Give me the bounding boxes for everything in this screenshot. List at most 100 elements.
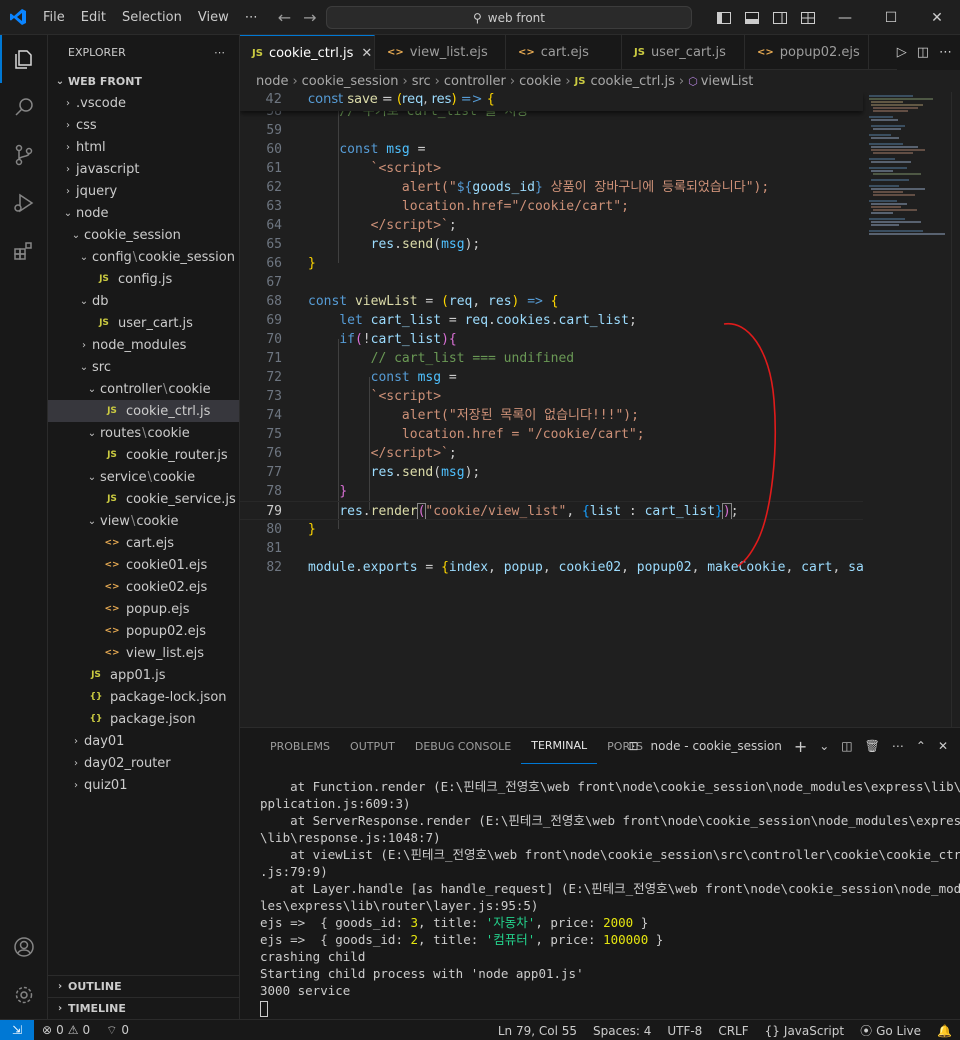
back-arrow-icon[interactable]: ← — [278, 8, 291, 27]
customize-layout-icon[interactable] — [794, 11, 822, 24]
code-line[interactable]: 74 alert("저장된 목록이 없습니다!!!"); — [240, 406, 863, 425]
go-live-button[interactable]: ⦿ Go Live — [852, 1022, 929, 1039]
code-line[interactable]: 82 module.exports = {index, popup, cookie… — [240, 558, 863, 577]
editor-tab[interactable]: JS user_cart.js — [622, 35, 745, 70]
breadcrumb-item[interactable]: cookie_ctrl.js — [590, 74, 674, 89]
panel-tab-terminal[interactable]: TERMINAL — [521, 728, 598, 764]
breadcrumb-item[interactable]: cookie_session — [302, 74, 399, 89]
explorer-icon[interactable] — [0, 35, 48, 83]
tree-folder[interactable]: ⌄ controller \ cookie — [48, 378, 239, 400]
code-line[interactable]: 76 </script>`; — [240, 444, 863, 463]
toggle-secondary-sidebar-icon[interactable] — [766, 11, 794, 24]
tree-file[interactable]: JS cookie_ctrl.js — [48, 400, 239, 422]
run-icon[interactable]: ▷ — [897, 45, 907, 60]
code-line[interactable]: 78 } — [240, 482, 863, 501]
code-line[interactable]: 62 alert("${goods_id} 상품이 장바구니에 등록되었습니다"… — [240, 178, 863, 197]
editor-tab[interactable]: <> popup02.ejs — [745, 35, 869, 70]
code-line[interactable]: 75 location.href = "/cookie/cart"; — [240, 425, 863, 444]
code-line[interactable]: 60 const msg = — [240, 140, 863, 159]
tree-folder[interactable]: ⌄ src — [48, 356, 239, 378]
cursor-position[interactable]: Ln 79, Col 55 — [490, 1024, 585, 1038]
new-terminal-icon[interactable]: + — [794, 737, 807, 756]
terminal-output[interactable]: at Function.render (E:\핀테크_전영호\web front… — [260, 778, 960, 1017]
menu-item[interactable]: View — [190, 10, 237, 25]
extensions-icon[interactable] — [0, 227, 48, 275]
minimize-icon[interactable]: — — [822, 10, 868, 26]
breadcrumb-item[interactable]: viewList — [701, 74, 754, 89]
toggle-panel-icon[interactable] — [738, 11, 766, 24]
settings-gear-icon[interactable] — [0, 971, 48, 1019]
code-line[interactable]: 79 res.render("cookie/view_list", {list … — [240, 501, 863, 520]
editor-tab[interactable]: <> view_list.ejs — [375, 35, 506, 70]
editor-tab[interactable]: JS cookie_ctrl.js ✕ — [240, 35, 375, 70]
code-line[interactable]: 68 const viewList = (req, res) => { — [240, 292, 863, 311]
tree-file[interactable]: JS config.js — [48, 268, 239, 290]
search-icon[interactable] — [0, 83, 48, 131]
panel-tab-debug-console[interactable]: DEBUG CONSOLE — [405, 728, 521, 764]
eol-status[interactable]: CRLF — [710, 1024, 756, 1038]
tree-folder[interactable]: › jquery — [48, 180, 239, 202]
notifications-bell-icon[interactable]: 🔔 — [929, 1024, 960, 1038]
trash-icon[interactable]: 🗑 — [865, 739, 880, 753]
more-actions-icon[interactable]: ⋯ — [214, 46, 225, 59]
outline-section[interactable]: › OUTLINE — [48, 975, 239, 997]
tree-folder[interactable]: ⌄ db — [48, 290, 239, 312]
forward-arrow-icon[interactable]: → — [303, 8, 316, 27]
tree-folder[interactable]: ⌄ service \ cookie — [48, 466, 239, 488]
tree-folder[interactable]: › .vscode — [48, 92, 239, 114]
tree-file[interactable]: <> cookie01.ejs — [48, 554, 239, 576]
chevron-down-icon[interactable]: ⌄ — [819, 739, 829, 753]
breadcrumb-item[interactable]: node — [256, 74, 288, 89]
code-editor[interactable]: 42 const save = (req, res) => { 57 res.c… — [240, 92, 960, 727]
sticky-scroll-line[interactable]: 42 const save = (req, res) => { — [240, 92, 863, 111]
minimap[interactable] — [863, 92, 951, 727]
breadcrumb-item[interactable]: controller — [444, 74, 506, 89]
workspace-root[interactable]: ⌄ WEB FRONT — [48, 70, 239, 92]
code-line[interactable]: 66} — [240, 254, 863, 273]
close-panel-icon[interactable]: ✕ — [938, 739, 948, 753]
remote-indicator-icon[interactable]: ⇲ — [0, 1019, 34, 1040]
breadcrumb-item[interactable]: src — [412, 74, 431, 89]
tree-folder[interactable]: › day01 — [48, 730, 239, 752]
tree-folder[interactable]: ⌄ cookie_session — [48, 224, 239, 246]
code-line[interactable]: 59 — [240, 121, 863, 140]
tree-folder[interactable]: › html — [48, 136, 239, 158]
tree-file[interactable]: <> cart.ejs — [48, 532, 239, 554]
code-line[interactable]: 67 — [240, 273, 863, 292]
close-window-icon[interactable]: ✕ — [914, 10, 960, 26]
editor-tab[interactable]: <> cart.ejs — [506, 35, 622, 70]
tree-folder[interactable]: ⌄ node — [48, 202, 239, 224]
tree-folder[interactable]: › css — [48, 114, 239, 136]
tree-folder[interactable]: › day02_router — [48, 752, 239, 774]
problems-status[interactable]: ⊗ 0 ⚠ 0 — [34, 1023, 98, 1037]
code-line[interactable]: 61 `<script> — [240, 159, 863, 178]
ports-status[interactable]: ⌔ 0 — [98, 1023, 137, 1038]
tree-folder[interactable]: ⌄ view \ cookie — [48, 510, 239, 532]
code-line[interactable]: 80} — [240, 520, 863, 539]
panel-tab-problems[interactable]: PROBLEMS — [260, 728, 340, 764]
tree-file[interactable]: JS cookie_router.js — [48, 444, 239, 466]
tree-file[interactable]: <> popup02.ejs — [48, 620, 239, 642]
code-line[interactable]: 81 — [240, 539, 863, 558]
code-line[interactable]: 70 if(!cart_list){ — [240, 330, 863, 349]
more-actions-icon[interactable]: ⋯ — [892, 739, 904, 753]
tree-file[interactable]: JS user_cart.js — [48, 312, 239, 334]
command-center-search[interactable]: ⚲ web front — [326, 6, 692, 29]
tree-folder[interactable]: › quiz01 — [48, 774, 239, 796]
close-tab-icon[interactable]: ✕ — [361, 46, 372, 61]
maximize-panel-icon[interactable]: ⌃ — [916, 739, 926, 753]
code-line[interactable]: 77 res.send(msg); — [240, 463, 863, 482]
tree-file[interactable]: <> cookie02.ejs — [48, 576, 239, 598]
menu-item[interactable]: File — [35, 10, 73, 25]
tree-folder[interactable]: › javascript — [48, 158, 239, 180]
tree-file[interactable]: {} package.json — [48, 708, 239, 730]
tree-folder[interactable]: ⌄ config \ cookie_session — [48, 246, 239, 268]
run-debug-icon[interactable] — [0, 179, 48, 227]
tree-folder[interactable]: › node_modules — [48, 334, 239, 356]
toggle-primary-sidebar-icon[interactable] — [710, 11, 738, 24]
accounts-icon[interactable] — [0, 923, 48, 971]
tree-folder[interactable]: ⌄ routes \ cookie — [48, 422, 239, 444]
menu-item[interactable]: Edit — [73, 10, 114, 25]
indentation-status[interactable]: Spaces: 4 — [585, 1024, 659, 1038]
code-line[interactable]: 73 `<script> — [240, 387, 863, 406]
